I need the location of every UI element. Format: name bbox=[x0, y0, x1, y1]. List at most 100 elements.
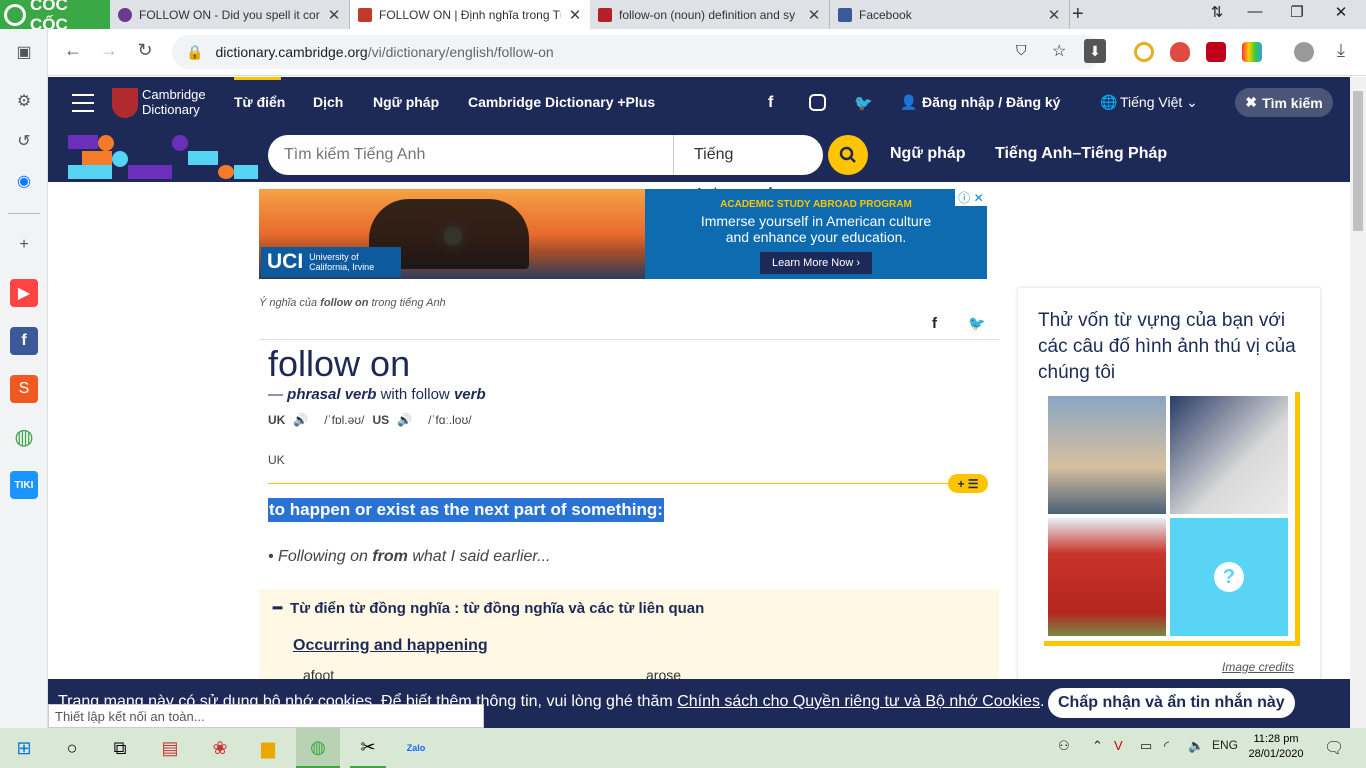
tab-title: Facebook bbox=[859, 7, 912, 22]
tiki-icon[interactable]: TIKI bbox=[10, 471, 38, 499]
search-icon[interactable]: ○ bbox=[58, 734, 86, 762]
close-window-button[interactable]: ✕ bbox=[1326, 3, 1356, 21]
file-explorer-icon[interactable]: ▆ bbox=[254, 734, 282, 762]
nav-dictionary[interactable]: Từ điển bbox=[234, 94, 285, 110]
quiz-image-barn[interactable] bbox=[1048, 518, 1166, 636]
unikey-icon[interactable]: V bbox=[1114, 738, 1123, 753]
app-icon-1[interactable]: ▤ bbox=[156, 734, 184, 762]
url-host: dictionary.cambridge.org bbox=[215, 44, 368, 60]
app-icon-2[interactable]: ❀ bbox=[206, 734, 234, 762]
downloads-icon[interactable]: ⤓ bbox=[1328, 40, 1354, 61]
people-icon[interactable]: ⚇ bbox=[1058, 738, 1070, 754]
facebook-icon[interactable]: f bbox=[768, 94, 773, 112]
add-shortcut-icon[interactable]: + bbox=[10, 231, 38, 259]
uk-audio-icon[interactable]: 🔊 bbox=[293, 413, 308, 427]
tab-search-icon[interactable]: ⇅ bbox=[1202, 3, 1232, 21]
clock[interactable]: 11:28 pm 28/01/2020 bbox=[1246, 732, 1306, 762]
nav-plus[interactable]: Cambridge Dictionary +Plus bbox=[468, 94, 655, 110]
adblock-shield-icon[interactable] bbox=[1170, 42, 1190, 62]
coccoc-menu-button[interactable]: CỐC CỐC bbox=[0, 0, 110, 34]
thesaurus-topic-link[interactable]: Occurring and happening bbox=[293, 637, 488, 655]
task-view-icon[interactable]: ⧉ bbox=[106, 734, 134, 762]
shield-icon[interactable]: ⛉ bbox=[1016, 42, 1027, 59]
image-credits-link[interactable]: Image credits bbox=[1222, 660, 1294, 674]
share-facebook-icon[interactable]: f bbox=[932, 315, 937, 332]
battery-icon[interactable]: ▭ bbox=[1140, 738, 1152, 754]
minimize-button[interactable]: — bbox=[1240, 3, 1270, 20]
share-twitter-icon[interactable]: 🐦 bbox=[968, 315, 985, 332]
nav-translate[interactable]: Dịch bbox=[313, 94, 343, 110]
back-icon[interactable]: ← bbox=[60, 40, 86, 61]
quiz-image-skyscrapers[interactable] bbox=[1048, 396, 1166, 514]
ad-choices-icon[interactable]: ⓘ ✕ bbox=[955, 189, 987, 206]
facebook-icon[interactable]: f bbox=[10, 327, 38, 355]
zalo-icon[interactable]: Zalo bbox=[402, 734, 430, 762]
add-to-wordlist-button[interactable]: + ☰ bbox=[948, 474, 988, 493]
extension-red-icon[interactable] bbox=[1206, 42, 1226, 62]
snipping-tool-icon[interactable]: ✂ bbox=[350, 728, 386, 768]
coccoc-taskbar-icon[interactable]: ◍ bbox=[296, 728, 340, 768]
quiz-image-windmill[interactable] bbox=[1170, 396, 1288, 514]
us-audio-icon[interactable]: 🔊 bbox=[397, 413, 412, 427]
new-tab-button[interactable]: + bbox=[1072, 3, 1084, 26]
accept-cookies-button[interactable]: Chấp nhận và ẩn tin nhắn này bbox=[1048, 688, 1295, 718]
cambridge-crest-icon[interactable] bbox=[112, 88, 138, 118]
url-box[interactable]: 🔒 dictionary.cambridge.org/vi/dictionary… bbox=[172, 35, 1106, 69]
search-toggle-button[interactable]: ✖ Tìm kiếm bbox=[1235, 88, 1333, 117]
search-language-select[interactable]: Tiếng Anh⋮ bbox=[673, 135, 793, 203]
cookie-policy-link[interactable]: Chính sách cho Quyền riêng tư và Bộ nhớ … bbox=[677, 693, 1040, 710]
shopee-icon[interactable]: S bbox=[10, 375, 38, 403]
instagram-icon[interactable] bbox=[809, 94, 826, 111]
settings-icon[interactable]: ⚙ bbox=[10, 87, 38, 115]
maximize-button[interactable]: ❐ bbox=[1282, 3, 1312, 21]
history-icon[interactable]: ↺ bbox=[10, 127, 38, 155]
twitter-icon[interactable]: 🐦 bbox=[854, 94, 873, 112]
close-tab-icon[interactable]: ✕ bbox=[568, 6, 582, 24]
extension-icon[interactable] bbox=[1134, 42, 1154, 62]
tab-2-active[interactable]: FOLLOW ON | Định nghĩa trong Từ ✕ bbox=[350, 0, 590, 29]
nav-grammar[interactable]: Ngữ pháp bbox=[373, 94, 439, 110]
search-button[interactable] bbox=[828, 135, 868, 175]
hamburger-menu-icon[interactable] bbox=[72, 94, 94, 112]
tray-chevron-icon[interactable]: ⌃ bbox=[1092, 738, 1103, 754]
search-input[interactable] bbox=[268, 146, 673, 164]
bookmark-star-icon[interactable]: ☆ bbox=[1052, 41, 1066, 61]
sidebar-toggle-icon[interactable]: ▣ bbox=[10, 38, 38, 66]
extension-color-icon[interactable] bbox=[1242, 42, 1262, 62]
wifi-icon[interactable]: ◜ bbox=[1164, 738, 1169, 754]
en-fr-link[interactable]: Tiếng Anh–Tiếng Pháp bbox=[995, 145, 1167, 163]
notification-icon[interactable]: 🗨 bbox=[1324, 738, 1344, 758]
profile-avatar[interactable] bbox=[1294, 42, 1314, 62]
forward-icon[interactable]: → bbox=[96, 40, 122, 61]
close-tab-icon[interactable]: ✕ bbox=[1047, 6, 1061, 24]
thesaurus-header[interactable]: ━ Từ điển từ đồng nghĩa : từ đồng nghĩa v… bbox=[273, 599, 704, 617]
site-logo[interactable]: Cambridge Dictionary bbox=[142, 87, 206, 117]
close-tab-icon[interactable]: ✕ bbox=[807, 6, 821, 24]
tab-1[interactable]: FOLLOW ON - Did you spell it corr ✕ bbox=[110, 0, 350, 29]
scrollbar-thumb[interactable] bbox=[1353, 91, 1363, 231]
language-select[interactable]: Tiếng Việt ⌄ bbox=[1120, 94, 1198, 111]
volume-icon[interactable]: 🔈 bbox=[1188, 738, 1204, 754]
tab-3[interactable]: follow-on (noun) definition and sy ✕ bbox=[590, 0, 830, 29]
close-tab-icon[interactable]: ✕ bbox=[327, 6, 341, 24]
quiz-title[interactable]: Thử vốn từ vựng của bạn với các câu đố h… bbox=[1038, 308, 1308, 386]
ad-banner[interactable]: UCI University of California, Irvine ACAD… bbox=[259, 189, 987, 279]
youtube-icon[interactable]: ▶ bbox=[10, 279, 38, 307]
messenger-icon[interactable]: ◉ bbox=[10, 167, 38, 195]
grammar-link[interactable]: Ngữ pháp bbox=[890, 145, 966, 163]
language-indicator[interactable]: ENG bbox=[1212, 738, 1238, 752]
reload-icon[interactable]: ↻ bbox=[132, 40, 158, 61]
example-bold: from bbox=[372, 548, 408, 565]
ad-cta-button[interactable]: Learn More Now › bbox=[759, 252, 873, 274]
tab-4[interactable]: Facebook ✕ bbox=[830, 0, 1070, 29]
scrollbar[interactable] bbox=[1350, 77, 1366, 728]
download-page-icon[interactable]: ⬇ bbox=[1084, 39, 1106, 63]
login-link[interactable]: Đăng nhập / Đăng ký bbox=[922, 94, 1060, 110]
coccoc-icon[interactable]: ◍ bbox=[10, 423, 38, 451]
windows-start-icon[interactable]: ⊞ bbox=[10, 734, 38, 762]
example-sentence: • Following on from what I said earlier.… bbox=[268, 548, 551, 565]
browser-sidebar: ▣ ⚙ ↺ ◉ + ▶ f S ◍ TIKI bbox=[0, 29, 48, 728]
with-pos: verb bbox=[453, 386, 486, 403]
quiz-image-unknown[interactable]: ? bbox=[1170, 518, 1288, 636]
quiz-image-grid[interactable]: ? bbox=[1044, 392, 1300, 646]
